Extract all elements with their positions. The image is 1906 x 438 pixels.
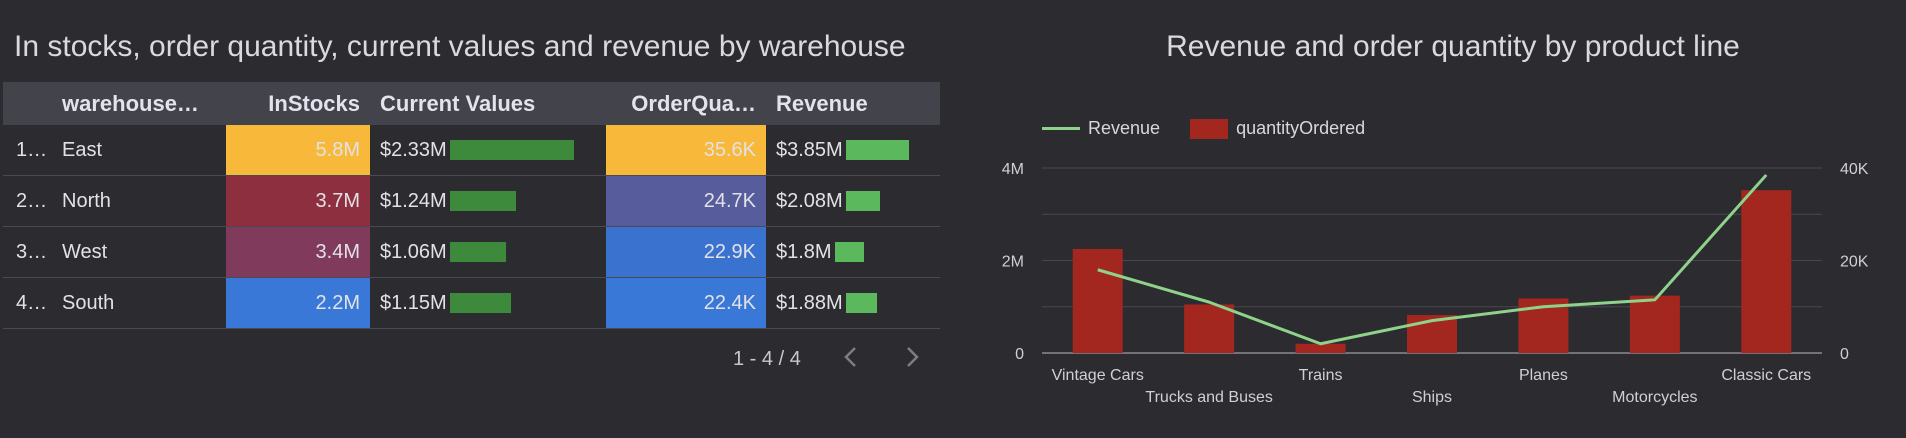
bar-quantity-ordered [1741, 190, 1792, 353]
x-tick-label: Vintage Cars [1052, 367, 1144, 384]
y-left-tick-label: 2M [1002, 254, 1024, 271]
bar-quantity-ordered [1072, 248, 1123, 353]
x-tick-label: Motorcycles [1612, 389, 1697, 406]
y-left-tick-label: 0 [1015, 346, 1024, 363]
x-tick-label: Trains [1299, 367, 1343, 384]
x-tick-label: Classic Cars [1721, 367, 1811, 384]
x-tick-label: Ships [1412, 389, 1452, 406]
y-left-tick-label: 4M [1002, 161, 1024, 178]
y-right-tick-label: 40K [1840, 161, 1869, 178]
y-right-tick-label: 20K [1840, 254, 1869, 271]
bar-quantity-ordered [1629, 295, 1680, 353]
x-tick-label: Trucks and Buses [1145, 389, 1272, 406]
bar-quantity-ordered [1184, 304, 1235, 353]
x-tick-label: Planes [1519, 367, 1568, 384]
y-right-tick-label: 0 [1840, 346, 1849, 363]
combo-chart: 0 2M 4M 0 20K 40K Vintage CarsTrucks and Buses… [1002, 161, 1869, 406]
